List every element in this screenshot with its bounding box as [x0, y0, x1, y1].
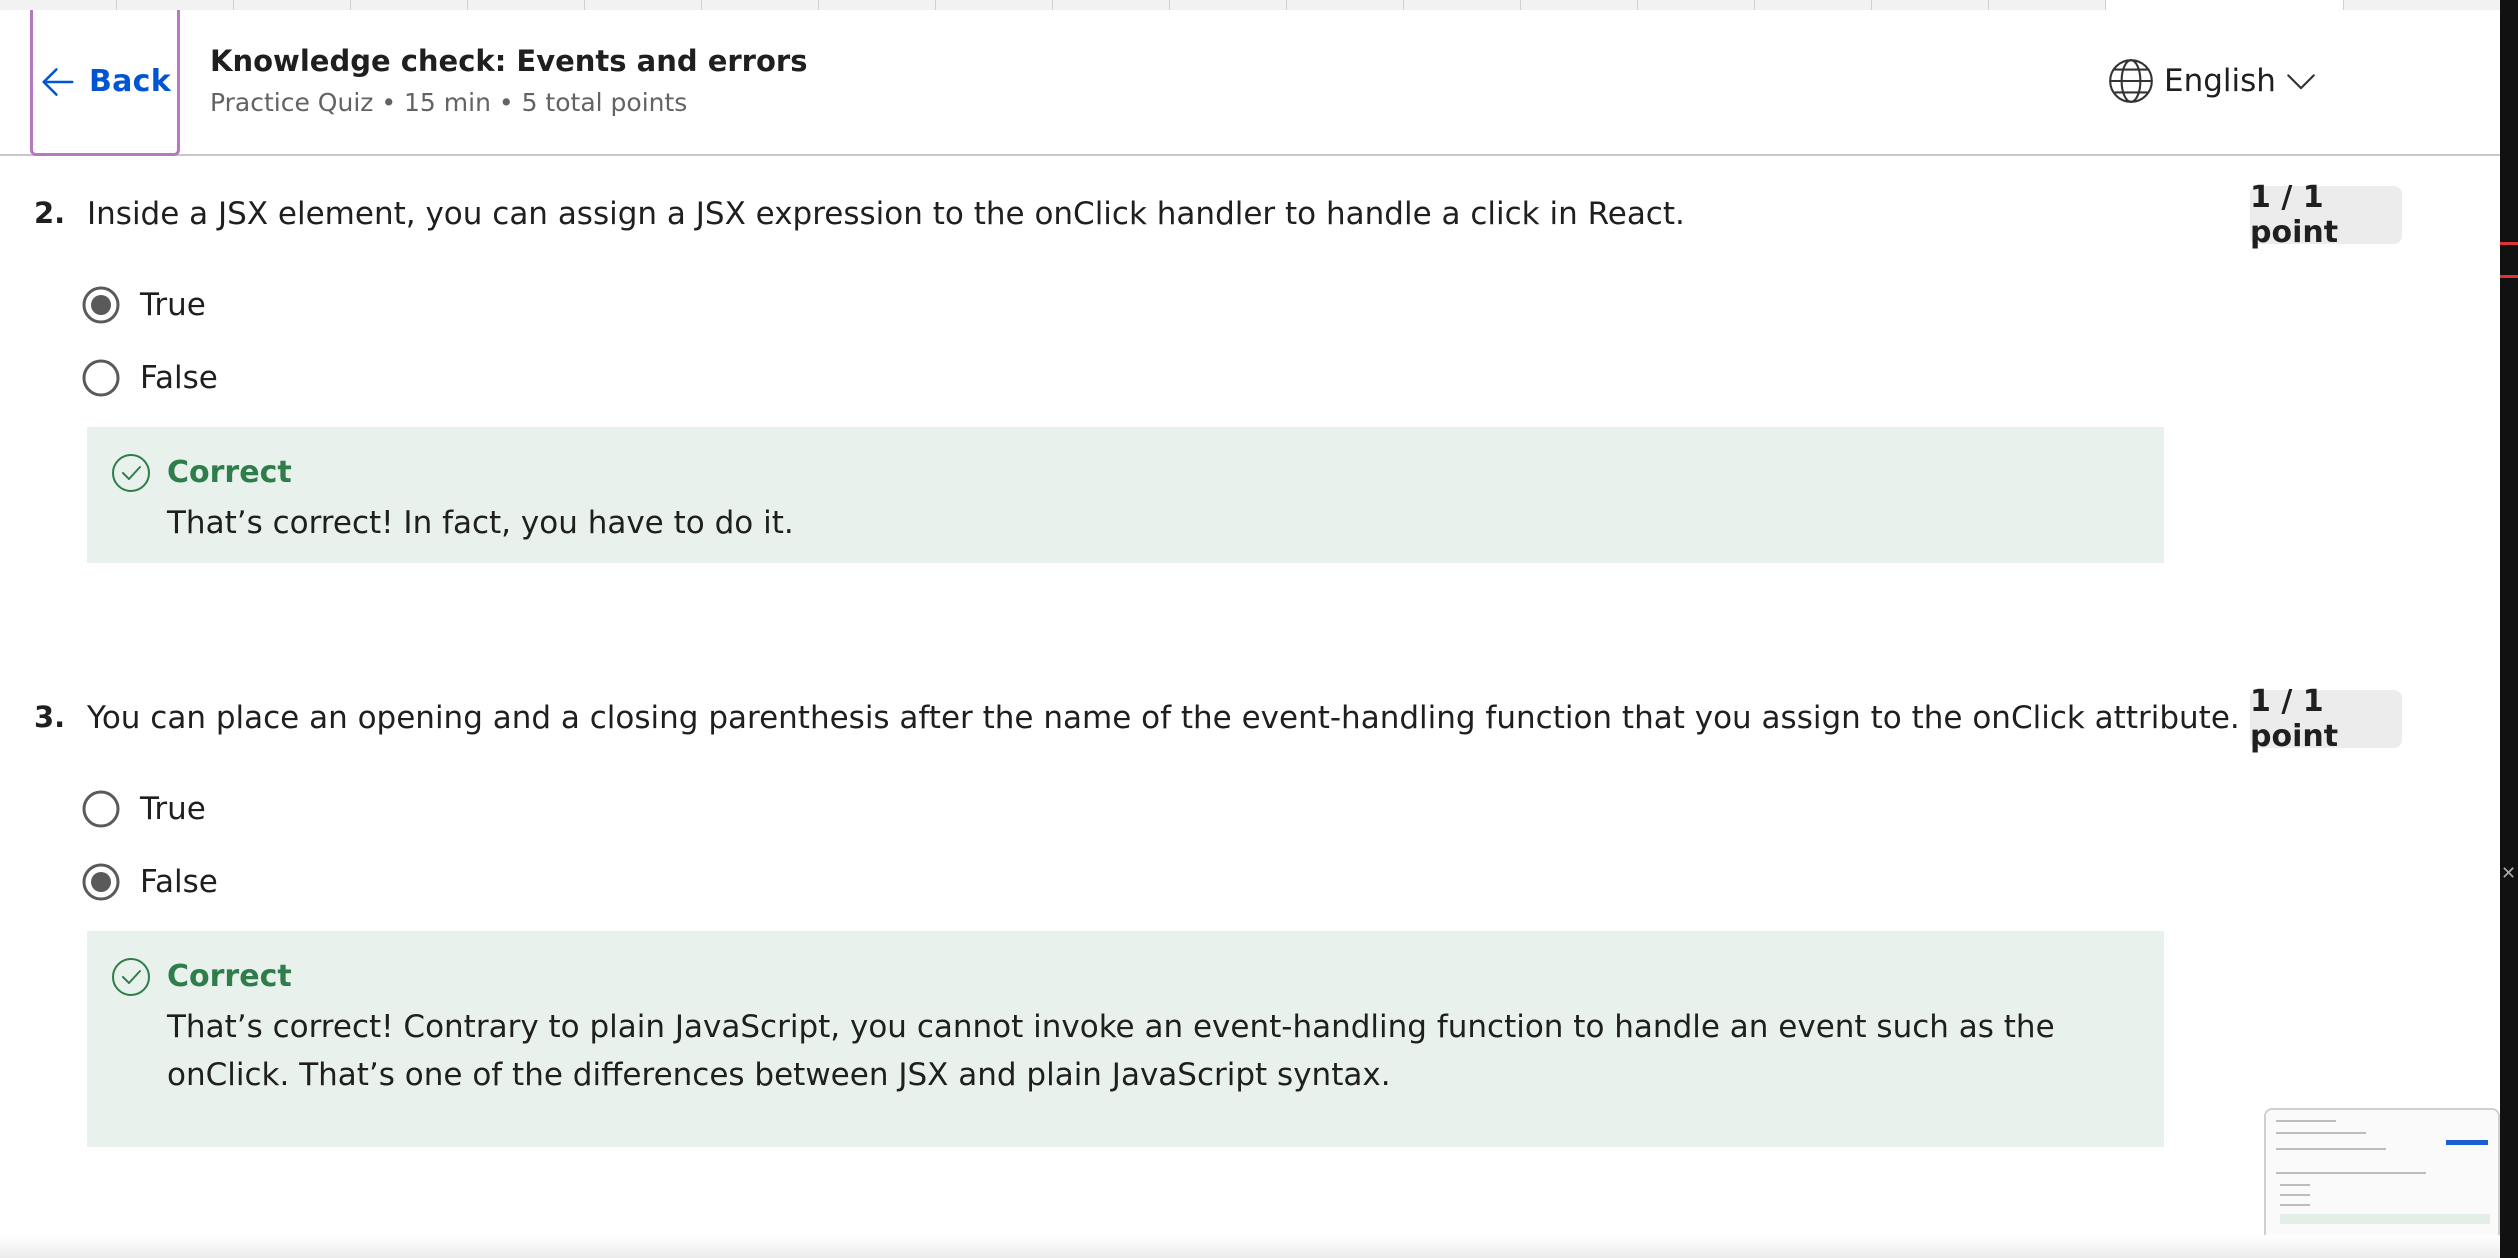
check-circle-icon — [112, 958, 150, 996]
radio-selected-icon — [82, 863, 120, 901]
option-true[interactable]: True — [82, 790, 206, 828]
browser-tab[interactable] — [1053, 0, 1170, 10]
option-label: False — [140, 360, 218, 396]
check-circle-icon — [112, 454, 150, 492]
browser-tab[interactable] — [1755, 0, 1872, 10]
question-text: You can place an opening and a closing p… — [87, 700, 2240, 736]
browser-tab[interactable] — [1404, 0, 1521, 10]
question-number: 2. — [34, 196, 66, 230]
thumbnail-line — [2280, 1184, 2310, 1186]
browser-tab[interactable] — [936, 0, 1053, 10]
browser-tab[interactable] — [234, 0, 351, 10]
thumbnail-line — [2276, 1120, 2336, 1122]
option-label: False — [140, 864, 218, 900]
browser-tab[interactable] — [1989, 0, 2106, 10]
feedback-panel: Correct That’s correct! In fact, you hav… — [87, 427, 2164, 563]
browser-tab[interactable] — [1638, 0, 1755, 10]
feedback-panel: Correct That’s correct! Contrary to plai… — [87, 931, 2164, 1147]
language-selector[interactable]: English — [2106, 56, 2318, 106]
option-label: True — [140, 287, 206, 323]
option-false[interactable]: False — [82, 863, 218, 901]
quiz-title-block: Knowledge check: Events and errors Pract… — [210, 44, 807, 117]
globe-icon — [2109, 59, 2153, 103]
question-number: 3. — [34, 700, 66, 734]
thumbnail-button — [2446, 1140, 2488, 1145]
side-panel-edge: ✕ — [2500, 0, 2518, 1258]
page-title: Knowledge check: Events and errors — [210, 44, 808, 78]
browser-tab[interactable] — [468, 0, 585, 10]
browser-tab[interactable] — [1521, 0, 1638, 10]
thumbnail-line — [2276, 1148, 2386, 1150]
browser-tab[interactable] — [1287, 0, 1404, 10]
score-badge: 1 / 1 point — [2250, 180, 2402, 250]
close-icon[interactable]: ✕ — [2501, 865, 2517, 883]
quiz-meta: Practice Quiz • 15 min • 5 total points — [210, 88, 688, 117]
thumbnail-line — [2276, 1132, 2366, 1134]
radio-unselected-icon — [82, 359, 120, 397]
chevron-down-icon — [2287, 74, 2315, 90]
score-badge: 1 / 1 point — [2250, 684, 2402, 754]
thumbnail-line — [2276, 1172, 2426, 1174]
browser-tab[interactable] — [351, 0, 468, 10]
back-label: Back — [88, 64, 172, 99]
bottom-shadow — [0, 1235, 2500, 1258]
radio-selected-icon — [82, 286, 120, 324]
browser-tab[interactable] — [117, 0, 234, 10]
quiz-header: Back Knowledge check: Events and errors … — [0, 10, 2500, 156]
feedback-text: That’s correct! In fact, you have to do … — [167, 505, 794, 541]
page-thumbnail-preview[interactable] — [2264, 1108, 2500, 1250]
back-button[interactable]: Back — [30, 10, 180, 156]
edge-marker — [2500, 275, 2518, 278]
option-label: True — [140, 791, 206, 827]
thumbnail-line — [2280, 1194, 2310, 1196]
radio-unselected-icon — [82, 790, 120, 828]
browser-tab[interactable] — [702, 0, 819, 10]
feedback-title: Correct — [167, 959, 292, 994]
arrow-left-icon — [42, 67, 74, 96]
feedback-text: That’s correct! Contrary to plain JavaSc… — [167, 1009, 2055, 1093]
thumbnail-line — [2280, 1204, 2310, 1206]
browser-tab-active[interactable] — [2106, 0, 2344, 10]
browser-tab[interactable] — [819, 0, 936, 10]
browser-tab[interactable] — [1170, 0, 1287, 10]
language-label: English — [2164, 63, 2276, 99]
question-text: Inside a JSX element, you can assign a J… — [87, 196, 1685, 232]
browser-tab[interactable] — [585, 0, 702, 10]
browser-tab[interactable] — [0, 0, 117, 10]
thumbnail-feedback — [2280, 1214, 2490, 1224]
feedback-title: Correct — [167, 455, 292, 490]
option-true[interactable]: True — [82, 286, 206, 324]
option-false[interactable]: False — [82, 359, 218, 397]
browser-tab[interactable] — [1872, 0, 1989, 10]
edge-marker — [2500, 242, 2518, 245]
